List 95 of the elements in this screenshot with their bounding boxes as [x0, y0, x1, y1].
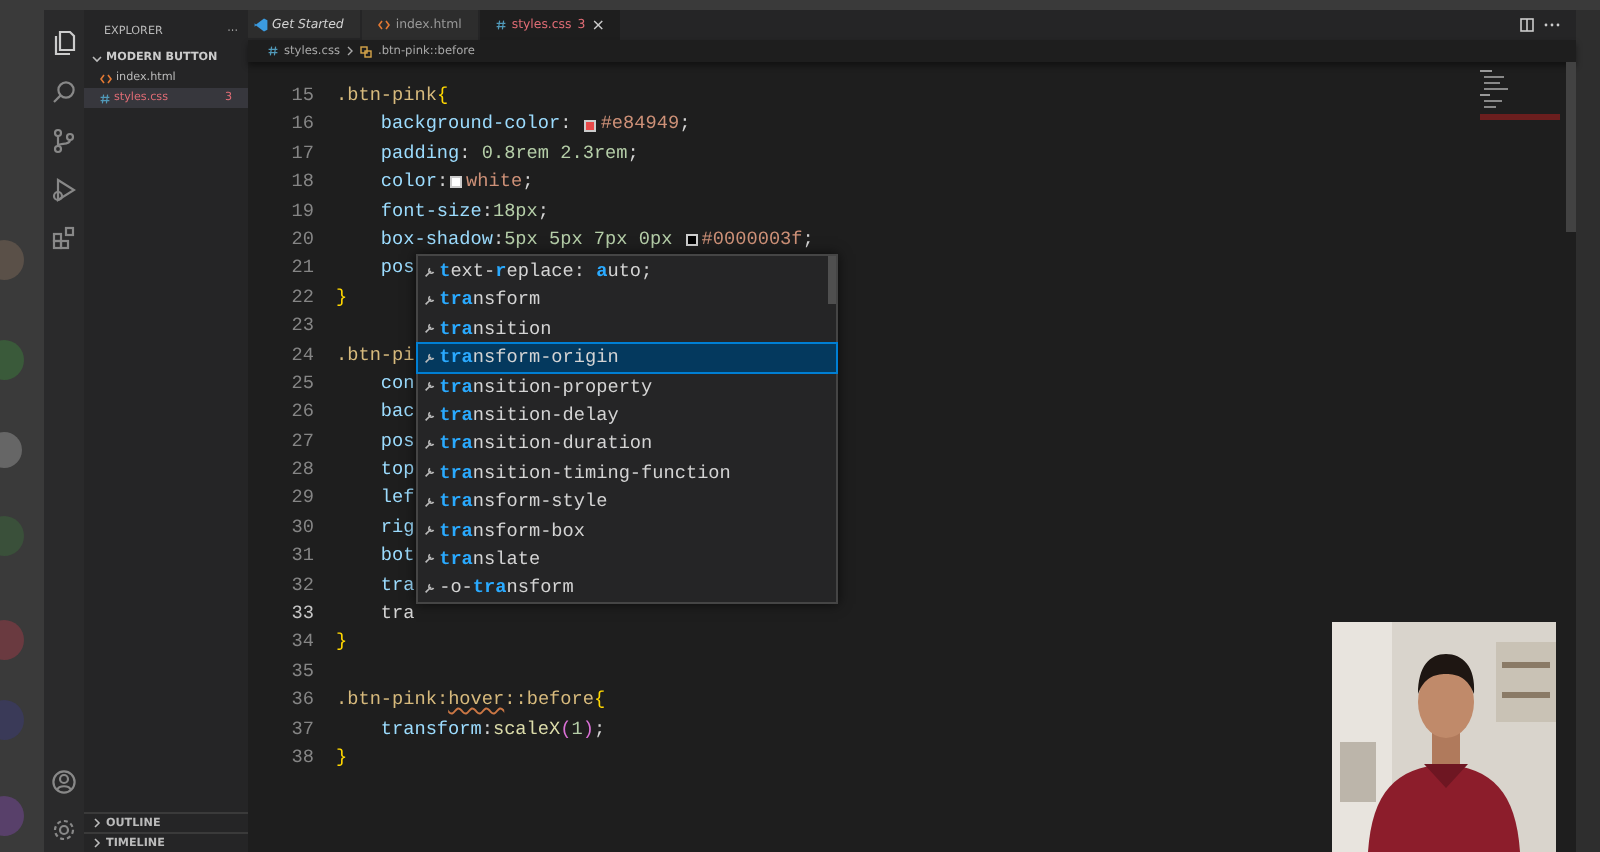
line-number: 24 — [289, 341, 314, 370]
line-number: 23 — [289, 312, 314, 341]
editor-logo-icon — [254, 17, 268, 32]
line-number: 38 — [289, 743, 314, 772]
scrollbar[interactable] — [1566, 62, 1576, 232]
close-tab-button[interactable]: × — [591, 17, 605, 33]
wrench-icon — [423, 495, 436, 508]
more-actions-icon[interactable] — [1544, 22, 1560, 28]
suggestion-item[interactable]: transition — [417, 314, 836, 344]
code-line: font-size:18px; — [378, 197, 550, 226]
code-line: } — [334, 283, 348, 312]
code-line: lef — [378, 484, 415, 513]
wrench-icon — [423, 466, 436, 479]
line-number: 20 — [289, 225, 314, 254]
suggestion-item[interactable]: transition-timing-function — [417, 458, 836, 488]
account-icon[interactable] — [52, 770, 76, 794]
html-file-icon — [100, 73, 112, 83]
wrench-icon — [423, 524, 436, 537]
split-editor-icon[interactable] — [1520, 18, 1534, 32]
suggestion-item[interactable]: transform — [417, 285, 836, 315]
line-number: 22 — [289, 283, 314, 312]
wrench-icon — [423, 581, 436, 594]
chevron-icon — [92, 53, 102, 63]
line-number: 16 — [289, 110, 314, 139]
line-number: 33 — [289, 600, 314, 629]
wrench-icon — [423, 552, 436, 565]
wrench-icon — [423, 293, 436, 306]
line-number: 26 — [289, 398, 314, 427]
wrench-icon — [423, 437, 436, 450]
code-line: background-color: #e84949; — [378, 110, 691, 139]
run-debug-icon[interactable] — [52, 178, 76, 202]
scrollbar[interactable] — [827, 256, 836, 305]
color-swatch[interactable] — [685, 234, 698, 247]
line-number: 21 — [289, 254, 314, 283]
suggestion-item[interactable]: translate — [417, 544, 836, 574]
suggestion-item[interactable]: text-replace: auto; — [417, 256, 836, 286]
css-file-icon — [495, 20, 506, 30]
symbol-icon — [360, 45, 372, 57]
color-swatch[interactable] — [584, 119, 597, 132]
line-number: 25 — [289, 369, 314, 398]
line-number: 31 — [289, 542, 314, 571]
code-line: .btn-pink{ — [334, 82, 449, 110]
code-line: con — [378, 369, 415, 398]
line-number: 28 — [289, 456, 314, 485]
extensions-icon[interactable] — [52, 226, 76, 250]
line-number: 29 — [289, 484, 314, 513]
line-number: 36 — [289, 686, 314, 715]
code-line: rig — [378, 513, 415, 542]
minimap-drawing[interactable] — [1480, 70, 1560, 120]
code-line: .btn-pi — [334, 341, 415, 370]
line-number: 19 — [289, 197, 314, 226]
code-line: box-shadow:5px 5px 7px 0px #0000003f; — [378, 225, 814, 254]
suggestion-item[interactable]: transform-origin — [417, 343, 836, 372]
code-line: .btn-pink:hover::before{ — [334, 686, 606, 715]
wrench-icon — [423, 351, 436, 364]
code-line: pos — [378, 254, 415, 283]
css-file-icon — [100, 93, 110, 103]
line-number: 18 — [289, 168, 314, 197]
suggestion-item[interactable]: transition-duration — [417, 429, 836, 459]
wrench-icon — [423, 409, 436, 422]
color-swatch[interactable] — [450, 176, 463, 189]
settings-icon[interactable] — [52, 818, 76, 842]
line-number: 30 — [289, 513, 314, 542]
suggestion-item[interactable]: transition-delay — [417, 400, 836, 430]
explorer-icon[interactable] — [52, 30, 76, 56]
line-number: 37 — [289, 715, 314, 744]
code-line: padding: 0.8rem 2.3rem; — [378, 139, 639, 168]
suggestion-item[interactable]: transition-property — [417, 371, 836, 401]
line-number: 17 — [289, 139, 314, 168]
suggestion-item[interactable]: transform-style — [417, 487, 836, 516]
suggestion-item[interactable]: transform-box — [417, 515, 836, 545]
css-file-icon — [268, 46, 278, 56]
code-line: top — [378, 456, 415, 485]
source-control-icon[interactable] — [52, 128, 76, 154]
code-line: bac — [378, 398, 415, 427]
wrench-icon — [423, 265, 436, 278]
code-line: tra — [378, 600, 415, 629]
code-line: tra — [378, 571, 415, 600]
line-number: 15 — [289, 82, 314, 110]
search-icon[interactable] — [52, 80, 76, 104]
wrench-icon — [423, 380, 436, 393]
code-line: } — [334, 743, 348, 772]
html-file-icon — [377, 20, 390, 30]
chevron-icon — [346, 46, 354, 56]
line-number: 34 — [289, 628, 314, 657]
wrench-icon — [423, 322, 436, 335]
line-number: 32 — [289, 571, 314, 600]
code-line: color: white; — [378, 168, 534, 197]
code-line: pos — [378, 427, 415, 456]
line-number: 35 — [289, 657, 314, 686]
code-line: transform:scaleX(1); — [378, 715, 606, 744]
code-line: } — [334, 628, 348, 657]
suggestion-item[interactable]: -o-transform — [417, 573, 836, 603]
line-number: 27 — [289, 427, 314, 456]
code-line: bot — [378, 542, 415, 571]
